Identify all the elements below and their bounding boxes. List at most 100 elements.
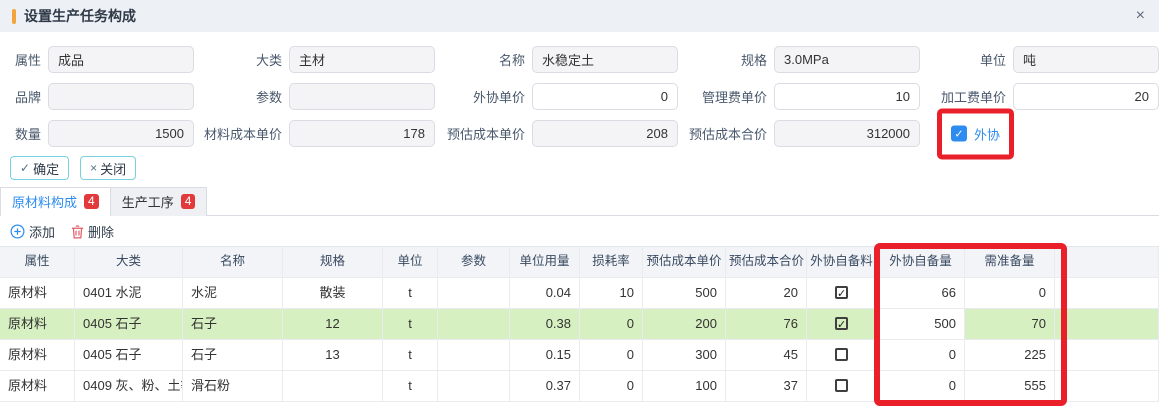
table-cell[interactable]: t [383,309,438,339]
confirm-button[interactable]: ✓ 确定 [10,156,69,180]
table-cell[interactable]: 300 [643,340,726,370]
tab-label: 原材料构成 [12,192,77,211]
table-cell-filler [1055,278,1159,308]
table-cell[interactable]: 12 [283,309,383,339]
close-icon[interactable]: × [1136,8,1145,24]
table-cell[interactable] [438,340,510,370]
table-cell[interactable]: 石子 [183,309,283,339]
attribute-label: 属性 [15,50,41,69]
quantity-input[interactable]: 1500 [48,120,194,147]
table-cell[interactable]: 200 [643,309,726,339]
table-cell[interactable] [438,278,510,308]
table-cell[interactable]: 0 [877,371,965,401]
table-cell[interactable]: 37 [726,371,807,401]
self-supply-checkbox-cell[interactable] [807,340,877,370]
column-header: 单位用量 [510,247,580,277]
table-cell[interactable]: 0409 灰、粉、土等 [75,371,183,401]
outsource-price-input[interactable]: 0 [532,83,678,110]
spec-input[interactable]: 3.0MPa [774,46,920,73]
table-cell-filler [1055,340,1159,370]
tab-bar: 原材料构成 4 生产工序 4 [0,187,1159,216]
table-cell[interactable] [438,371,510,401]
unit-label: 单位 [980,50,1006,69]
table-body: 原材料0401 水泥水泥散装t0.041050020✓660原材料0405 石子… [0,278,1159,402]
delete-button[interactable]: 删除 [71,222,114,241]
category-input[interactable]: 主材 [289,46,435,73]
table-cell[interactable]: 70 [965,309,1055,339]
table-cell[interactable]: 555 [965,371,1055,401]
column-header-filler [1055,247,1159,277]
table-cell[interactable]: t [383,278,438,308]
row-checkbox[interactable]: ✓ [835,317,848,330]
table-cell[interactable]: 滑石粉 [183,371,283,401]
table-row[interactable]: 原材料0409 灰、粉、土等滑石粉t0.370100370555 [0,371,1159,402]
unit-input[interactable]: 吨 [1013,46,1159,73]
form-field-estimated-cost-total: 预估成本合价312000 [678,119,920,148]
table-cell[interactable]: 20 [726,278,807,308]
outsource-price-label: 外协单价 [473,87,525,106]
table-cell[interactable]: 水泥 [183,278,283,308]
table-cell[interactable]: 0 [877,340,965,370]
column-header: 大类 [75,247,183,277]
parameter-label: 参数 [256,87,282,106]
table-cell[interactable]: 0401 水泥 [75,278,183,308]
row-checkbox[interactable] [835,379,848,392]
row-checkbox[interactable]: ✓ [835,286,848,299]
row-checkbox[interactable] [835,348,848,361]
self-supply-checkbox-cell[interactable]: ✓ [807,309,877,339]
table-cell[interactable]: 0405 石子 [75,340,183,370]
table-cell[interactable]: 66 [877,278,965,308]
table-cell[interactable]: 0 [965,278,1055,308]
parameter-input[interactable] [289,83,435,110]
trash-icon [71,225,84,239]
table-cell[interactable]: 0.15 [510,340,580,370]
self-supply-checkbox-cell[interactable]: ✓ [807,278,877,308]
table-cell[interactable]: 原材料 [0,371,75,401]
table-cell[interactable]: t [383,340,438,370]
brand-input[interactable] [48,83,194,110]
table-cell[interactable]: 0.04 [510,278,580,308]
table-row[interactable]: 原材料0401 水泥水泥散装t 0.041050020 ✓ 660 [0,278,1159,309]
table-cell[interactable]: 原材料 [0,340,75,370]
tab-production-process[interactable]: 生产工序 4 [111,187,208,216]
processing-fee-price-input[interactable]: 20 [1013,83,1159,110]
add-button[interactable]: 添加 [10,222,55,241]
table-cell[interactable]: 76 [726,309,807,339]
table-cell[interactable]: 0.38 [510,309,580,339]
table-cell[interactable]: t [383,371,438,401]
estimated-cost-total-input[interactable]: 312000 [774,120,920,147]
table-cell[interactable]: 10 [580,278,643,308]
table-cell[interactable] [283,371,383,401]
table-cell[interactable]: 石子 [183,340,283,370]
form-field-quantity: 数量1500 [0,119,194,148]
table-cell[interactable]: 0 [580,309,643,339]
name-input[interactable]: 水稳定土 [532,46,678,73]
table-row[interactable]: 原材料0405 石子石子12t 0.38020076 ✓ 50070 [0,309,1159,340]
table-cell[interactable]: 0 [580,340,643,370]
management-fee-price-input[interactable]: 10 [774,83,920,110]
material-cost-price-input[interactable]: 178 [289,120,435,147]
table-cell[interactable]: 100 [643,371,726,401]
confirm-button-label: 确定 [33,159,59,178]
table-cell[interactable]: 500 [877,309,965,339]
table-cell[interactable]: 225 [965,340,1055,370]
check-icon: ✓ [20,161,30,175]
material-cost-price-label: 材料成本单价 [204,124,282,143]
self-supply-checkbox-cell[interactable] [807,371,877,401]
table-cell[interactable]: 0.37 [510,371,580,401]
outsource-checkbox[interactable]: ✓ [951,126,967,142]
table-cell[interactable]: 原材料 [0,278,75,308]
table-cell[interactable]: 500 [643,278,726,308]
table-cell[interactable]: 原材料 [0,309,75,339]
table-cell[interactable] [438,309,510,339]
table-cell[interactable]: 13 [283,340,383,370]
table-cell[interactable]: 0 [580,371,643,401]
estimated-cost-price-input[interactable]: 208 [532,120,678,147]
table-cell[interactable]: 45 [726,340,807,370]
table-row[interactable]: 原材料0405 石子石子13t0.150300450225 [0,340,1159,371]
close-button[interactable]: × 关闭 [80,156,136,180]
table-cell[interactable]: 散装 [283,278,383,308]
table-cell[interactable]: 0405 石子 [75,309,183,339]
tab-raw-material-composition[interactable]: 原材料构成 4 [0,187,111,216]
attribute-input[interactable]: 成品 [48,46,194,73]
